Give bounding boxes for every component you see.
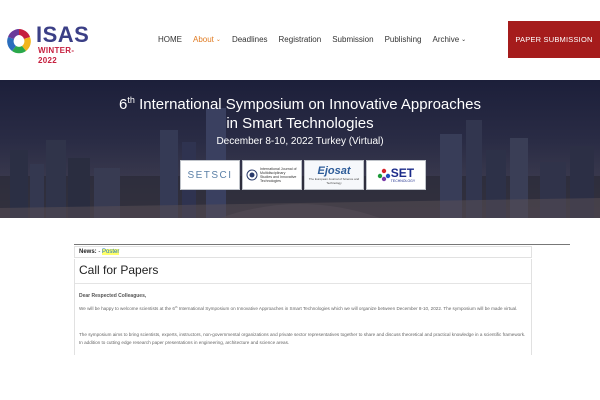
set-logo-subtitle: TECHNOLOGY	[390, 179, 416, 183]
ijmsit-seal-icon	[246, 169, 258, 181]
ejosat-logo-subtitle: The European Journal of Science and Tech…	[308, 177, 360, 185]
paper-submission-button[interactable]: PAPER SUBMISSION	[508, 21, 600, 58]
isas-logo[interactable]: ISAS WINTER-2022	[4, 22, 92, 65]
ejosat-logo-text: Ejosat	[317, 165, 351, 177]
hero-title-line2: in Smart Technologies	[226, 115, 374, 132]
nav-item-label: Registration	[278, 35, 322, 44]
nav-item-deadlines[interactable]: Deadlines	[232, 34, 268, 46]
news-link-poster[interactable]: Poster	[102, 249, 120, 255]
nav-item-publishing[interactable]: Publishing	[385, 34, 422, 46]
nav-item-label: Publishing	[384, 35, 422, 44]
page: ISAS WINTER-2022 HOME About ⌄ Deadlines …	[0, 0, 600, 400]
nav-item-label: Submission	[332, 35, 374, 44]
title-divider	[75, 283, 531, 284]
logo-name: ISAS	[36, 22, 90, 47]
sponsor-set-technology[interactable]: SET TECHNOLOGY	[366, 160, 426, 190]
sponsor-ijmsit[interactable]: International Journal of Multidisciplina…	[242, 160, 302, 190]
nav-item-home[interactable]: HOME	[158, 34, 182, 46]
ijmsit-logo-text: International Journal of Multidisciplina…	[260, 167, 297, 183]
nav-item-label: Deadlines	[231, 35, 268, 44]
nav-item-label: HOME	[158, 35, 182, 44]
sponsor-ejosat[interactable]: Ejosat The European Journal of Science a…	[304, 160, 364, 190]
nav-item-submission[interactable]: Submission	[332, 34, 373, 46]
set-logo-text: SET	[390, 166, 415, 180]
greeting-text: Dear Respected Colleagues,	[79, 293, 147, 299]
sponsor-logos: SETSCI International Journal of Multidis…	[180, 160, 428, 192]
chevron-down-icon: ⌄	[461, 37, 467, 43]
nav-item-about[interactable]: About ⌄	[193, 34, 221, 46]
logo-swirl-icon	[7, 29, 31, 54]
hero-title-line1: 6th International Symposium on Innovativ…	[119, 95, 481, 114]
aims-paragraph: The symposium aims to bring scientists, …	[79, 332, 526, 345]
site-header: ISAS WINTER-2022 HOME About ⌄ Deadlines …	[0, 0, 600, 80]
nav-item-archive[interactable]: Archive ⌄	[432, 34, 466, 46]
intro-paragraph: We will be happy to welcome scientists a…	[79, 305, 518, 312]
nav-item-label: Archive	[432, 35, 460, 44]
setsci-logo-text: SETSCI	[187, 169, 233, 181]
hero-date: December 8-10, 2022 Turkey (Virtual)	[216, 136, 384, 147]
news-label: News:	[79, 249, 97, 255]
page-title: Call for Papers	[79, 263, 159, 277]
nav-item-label: About	[193, 35, 214, 44]
main-nav: HOME About ⌄ Deadlines Registration Subm…	[158, 34, 477, 46]
chevron-down-icon: ⌄	[215, 37, 221, 43]
hero-banner: 6th International Symposium on Innovativ…	[0, 80, 600, 218]
sponsor-setsci[interactable]: SETSCI	[180, 160, 240, 190]
logo-subtitle: WINTER-2022	[38, 46, 75, 65]
call-for-papers-panel: Call for Papers Dear Respected Colleague…	[74, 259, 532, 355]
nav-item-registration[interactable]: Registration	[279, 34, 322, 46]
set-dots-icon	[377, 168, 390, 182]
content-top-divider	[74, 244, 570, 245]
news-ticker: News: - Poster	[74, 246, 532, 258]
